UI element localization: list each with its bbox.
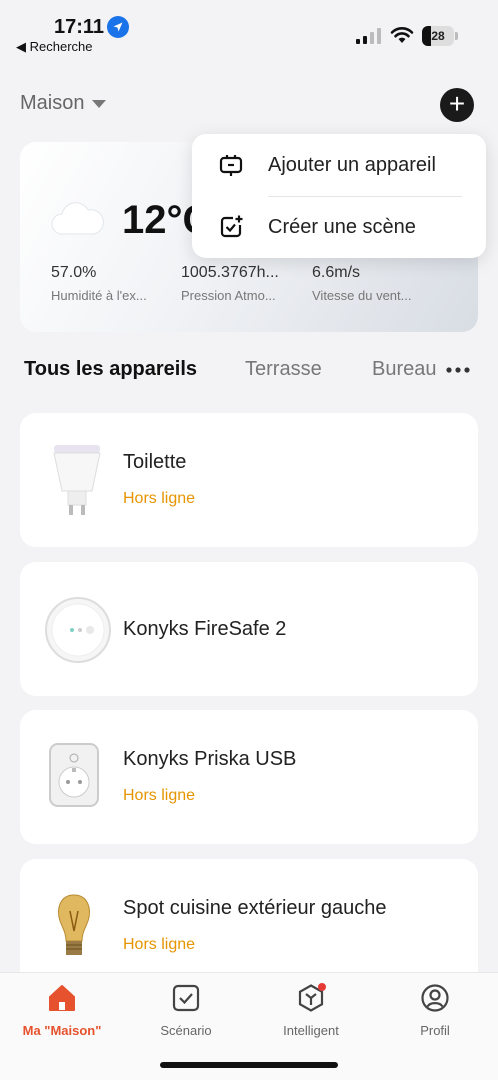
wind-label: Vitesse du vent... <box>312 288 412 303</box>
room-tabs: Tous les appareils Terrasse Bureau <box>0 358 498 390</box>
wind-stat: 6.6m/s Vitesse du vent... <box>312 264 438 303</box>
menu-item-add-device[interactable]: Ajouter un appareil <box>192 134 486 196</box>
bulb-gu10-icon <box>53 445 101 515</box>
device-name: Konyks Priska USB <box>123 748 297 770</box>
signal-icon <box>356 28 381 44</box>
create-scene-icon <box>220 215 243 238</box>
nav-intelligent[interactable]: Intelligent <box>256 983 366 1038</box>
intelligent-icon <box>298 983 326 1012</box>
add-button[interactable]: + <box>440 88 474 122</box>
tab-all-devices[interactable]: Tous les appareils <box>24 358 197 381</box>
status-time: 17:11 <box>54 16 105 38</box>
cloud-icon <box>51 202 104 235</box>
add-device-icon <box>219 155 243 176</box>
add-menu: Ajouter un appareil Créer une scène <box>192 134 486 258</box>
device-status: Hors ligne <box>123 936 196 953</box>
nav-label: Scénario <box>160 1023 212 1038</box>
profile-icon <box>421 984 449 1012</box>
nav-profile[interactable]: Profil <box>380 983 490 1038</box>
wind-value: 6.6m/s <box>312 264 361 281</box>
plus-icon: + <box>448 88 466 119</box>
menu-item-label: Ajouter un appareil <box>268 153 436 176</box>
device-name: Konyks FireSafe 2 <box>123 618 287 640</box>
humidity-label: Humidité à l'ex... <box>51 288 147 303</box>
back-to-search-link[interactable]: ◀ Recherche <box>16 39 92 55</box>
humidity-value: 57.0% <box>51 264 97 281</box>
home-selector[interactable]: Maison <box>20 92 107 115</box>
location-arrow-icon <box>107 16 129 38</box>
scenario-icon <box>172 984 200 1012</box>
pressure-value: 1005.3767h... <box>181 264 279 281</box>
nav-label: Ma "Maison" <box>22 1023 102 1038</box>
device-card-toilette[interactable]: Toilette Hors ligne <box>20 413 478 547</box>
pressure-stat: 1005.3767h... Pression Atmo... <box>181 264 307 303</box>
edison-bulb-icon <box>58 894 90 955</box>
device-card-firesafe[interactable]: Konyks FireSafe 2 <box>20 562 478 696</box>
device-name: Spot cuisine extérieur gauche <box>123 897 387 919</box>
home-icon <box>49 985 75 1011</box>
humidity-stat: 57.0% Humidité à l'ex... <box>51 264 177 303</box>
caret-down-icon <box>92 99 107 108</box>
home-indicator <box>160 1062 338 1068</box>
tab-bureau-wrapper: Bureau <box>370 358 448 390</box>
status-bar: 17:11 ◀ Recherche 28 <box>0 0 498 60</box>
device-card-priska[interactable]: Konyks Priska USB Hors ligne <box>20 710 478 844</box>
device-name: Toilette <box>123 451 187 473</box>
menu-item-label: Créer une scène <box>268 215 416 238</box>
battery-level: 28 <box>431 29 445 43</box>
device-status: Hors ligne <box>123 490 196 507</box>
home-name: Maison <box>20 92 85 114</box>
nav-label: Intelligent <box>283 1023 339 1038</box>
tab-bureau[interactable]: Bureau <box>372 358 437 381</box>
device-card-spot-cuisine[interactable]: Spot cuisine extérieur gauche Hors ligne <box>20 859 478 989</box>
nav-label: Profil <box>420 1023 450 1038</box>
tab-terrasse[interactable]: Terrasse <box>245 358 322 381</box>
pressure-label: Pression Atmo... <box>181 288 276 303</box>
battery-icon: 28 <box>422 26 458 46</box>
nav-home[interactable]: Ma "Maison" <box>7 983 117 1038</box>
smoke-detector-icon <box>45 597 111 663</box>
device-status: Hors ligne <box>123 787 196 804</box>
nav-scenario[interactable]: Scénario <box>131 983 241 1038</box>
smart-plug-icon <box>49 743 99 807</box>
menu-item-create-scene[interactable]: Créer une scène <box>192 196 486 258</box>
more-icon[interactable] <box>444 360 472 380</box>
wifi-icon <box>390 27 414 43</box>
